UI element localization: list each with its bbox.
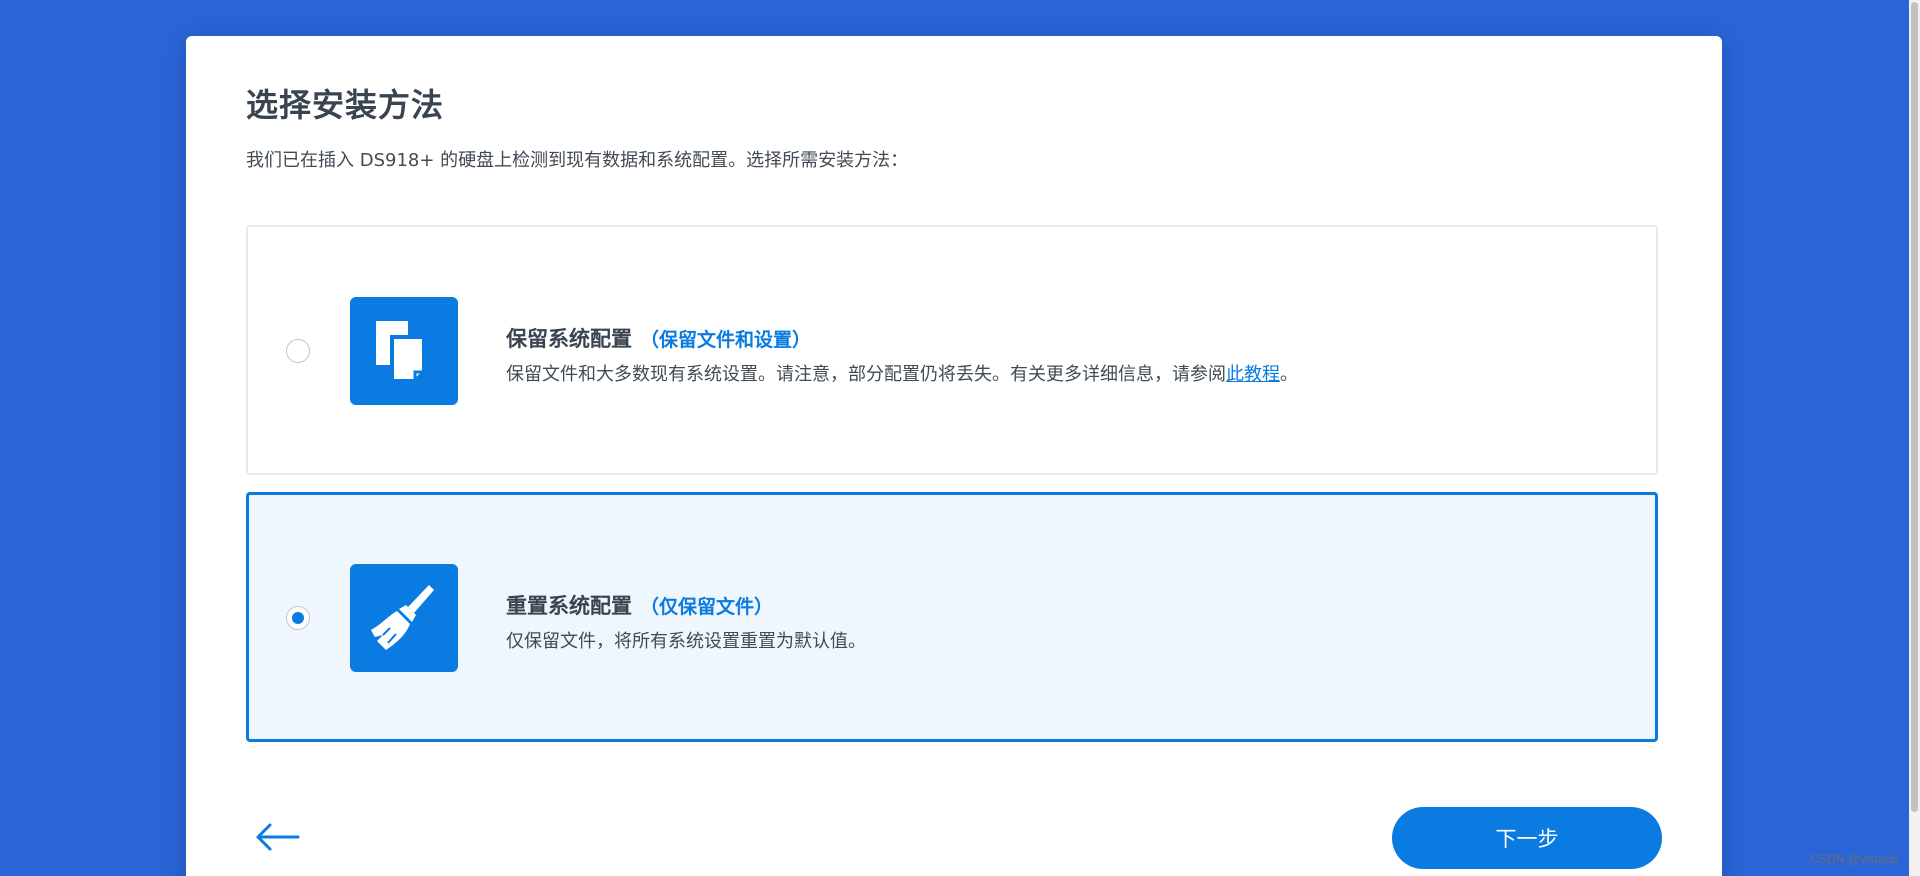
option-heading: 保留系统配置 [506,327,632,351]
radio-keep-config[interactable] [286,339,310,363]
option-tag: （仅保留文件） [640,596,774,618]
option-description-text: 保留文件和大多数现有系统设置。请注意，部分配置仍将丢失。有关更多详细信息，请参阅 [506,364,1226,385]
page-title: 选择安装方法 [246,86,445,124]
page-subtitle: 我们已在插入 DS918+ 的硬盘上检测到现有数据和系统配置。选择所需安装方法： [246,150,909,171]
arrow-left-icon [256,823,300,851]
option-description: 保留文件和大多数现有系统设置。请注意，部分配置仍将丢失。有关更多详细信息，请参阅… [506,363,1298,387]
page-scrollbar[interactable] [1909,0,1920,876]
broom-icon [350,564,458,672]
page: 选择安装方法 我们已在插入 DS918+ 的硬盘上检测到现有数据和系统配置。选择… [0,0,1920,876]
option-reset-config[interactable]: 重置系统配置 （仅保留文件） 仅保留文件，将所有系统设置重置为默认值。 [246,492,1658,742]
option-tag: （保留文件和设置） [640,329,812,351]
option-keep-config[interactable]: 保留系统配置 （保留文件和设置） 保留文件和大多数现有系统设置。请注意，部分配置仍… [246,225,1658,475]
option-description-end: 。 [1280,364,1298,385]
option-reset-config-text: 重置系统配置 （仅保留文件） 仅保留文件，将所有系统设置重置为默认值。 [506,592,866,654]
radio-reset-config[interactable] [286,606,310,630]
install-method-dialog: 选择安装方法 我们已在插入 DS918+ 的硬盘上检测到现有数据和系统配置。选择… [186,36,1722,876]
option-keep-config-title: 保留系统配置 （保留文件和设置） [506,325,1298,353]
copy-files-icon [350,297,458,405]
option-heading: 重置系统配置 [506,594,632,618]
watermark: CSDN @vistaup [1810,852,1898,866]
option-description: 仅保留文件，将所有系统设置重置为默认值。 [506,631,866,652]
option-reset-config-title: 重置系统配置 （仅保留文件） [506,592,866,620]
next-button[interactable]: 下一步 [1392,807,1662,869]
scrollbar-thumb[interactable] [1911,2,1918,812]
back-button[interactable] [252,816,302,856]
tutorial-link[interactable]: 此教程 [1226,364,1280,385]
option-keep-config-text: 保留系统配置 （保留文件和设置） 保留文件和大多数现有系统设置。请注意，部分配置仍… [506,325,1298,387]
